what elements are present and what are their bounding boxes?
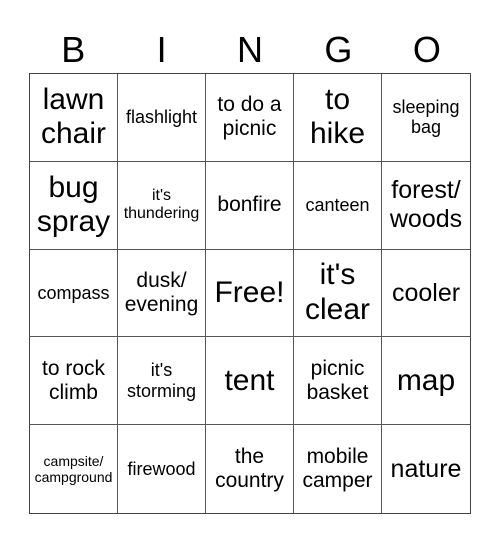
bingo-cell-r2-c5[interactable]: forest/ woods: [382, 162, 470, 250]
bingo-cell-r2-c4[interactable]: canteen: [294, 161, 382, 250]
bingo-cell-r4-c5[interactable]: map: [382, 337, 470, 426]
header-letter-i: I: [156, 29, 167, 70]
bingo-cell-r2-c1[interactable]: bug spray: [30, 161, 118, 250]
bingo-header: B I N G O: [29, 28, 471, 72]
header-letter-g: G: [324, 29, 353, 70]
bingo-cell-r4-c4[interactable]: picnic basket: [294, 337, 382, 426]
bingo-free-space[interactable]: Free!: [206, 249, 294, 338]
bingo-grid: lawn chair flashlight to do a picnic to …: [29, 73, 471, 514]
bingo-cell-r4-c3[interactable]: tent: [206, 337, 294, 426]
bingo-cell-r2-c2[interactable]: it's thundering: [118, 161, 206, 250]
bingo-cell-r5-c3[interactable]: the country: [206, 425, 294, 513]
header-letter-n: N: [237, 29, 264, 70]
header-letter-o: O: [412, 29, 441, 70]
bingo-cell-r4-c1[interactable]: to rock climb: [30, 337, 118, 426]
bingo-cell-r3-c2[interactable]: dusk/ evening: [118, 249, 206, 338]
bingo-cell-r1-c4[interactable]: to hike: [294, 74, 382, 162]
bingo-cell-r4-c2[interactable]: it's storming: [118, 337, 206, 426]
bingo-cell-r3-c1[interactable]: compass: [30, 249, 118, 338]
bingo-cell-r5-c4[interactable]: mobile camper: [294, 425, 382, 513]
bingo-cell-r5-c1[interactable]: campsite/ campground: [30, 425, 118, 513]
header-letter-b: B: [61, 29, 86, 70]
bingo-cell-r5-c2[interactable]: firewood: [118, 425, 206, 513]
bingo-cell-r1-c3[interactable]: to do a picnic: [206, 74, 294, 162]
bingo-cell-r2-c3[interactable]: bonfire: [206, 161, 294, 250]
bingo-cell-r1-c2[interactable]: flashlight: [118, 74, 206, 162]
bingo-cell-r1-c1[interactable]: lawn chair: [30, 74, 118, 162]
bingo-cell-r5-c5[interactable]: nature: [382, 425, 470, 513]
bingo-cell-r3-c4[interactable]: it's clear: [294, 249, 382, 338]
bingo-cell-r3-c5[interactable]: cooler: [382, 250, 470, 338]
bingo-cell-r1-c5[interactable]: sleeping bag: [382, 74, 470, 162]
